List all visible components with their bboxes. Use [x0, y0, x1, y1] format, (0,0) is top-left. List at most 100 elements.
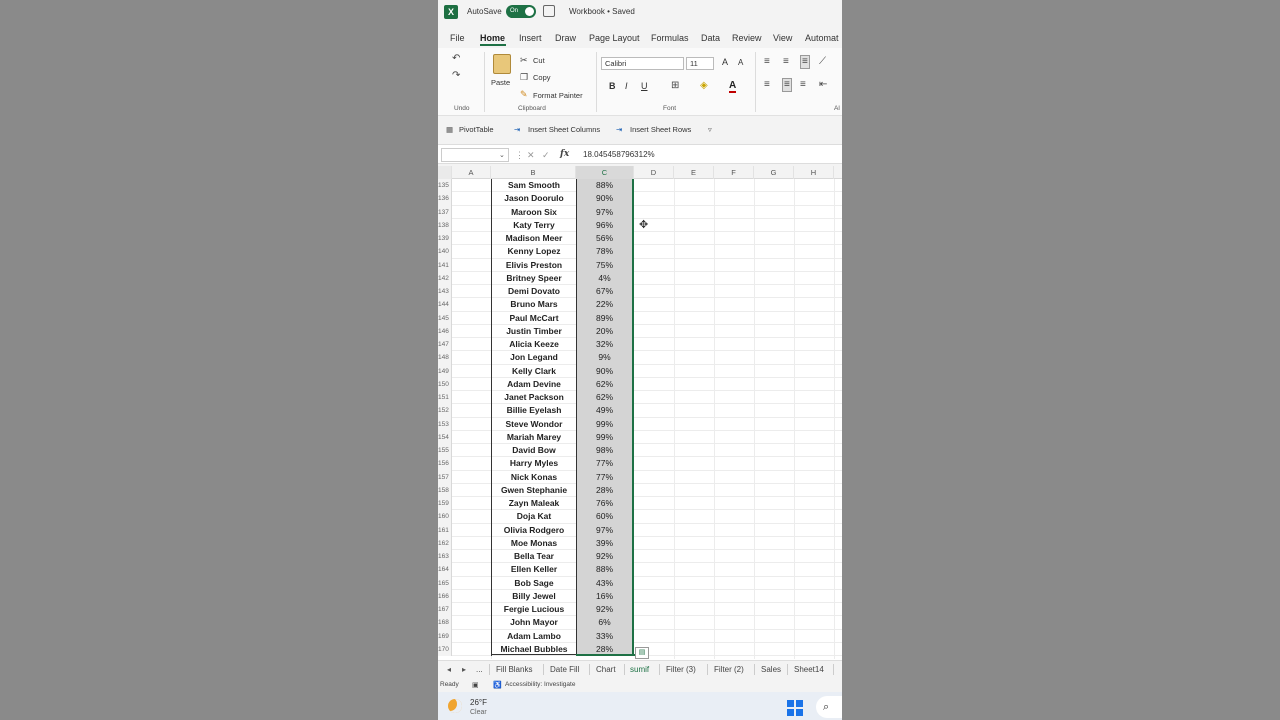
row-header[interactable]: 140	[438, 245, 452, 259]
column-header-a[interactable]: A	[452, 166, 491, 179]
align-left-icon[interactable]: ≡	[764, 79, 770, 91]
column-header-e[interactable]: E	[674, 166, 714, 179]
sheet-tab-sumif[interactable]: sumif	[630, 665, 649, 674]
percent-cell[interactable]: 99%	[576, 417, 634, 431]
save-icon[interactable]	[543, 5, 555, 17]
row-header[interactable]: 170	[438, 642, 452, 656]
moon-weather-icon[interactable]	[448, 699, 462, 713]
name-cell[interactable]: Nick Konas	[491, 470, 576, 484]
row-header[interactable]: 142	[438, 271, 452, 285]
name-cell[interactable]: Bruno Mars	[491, 298, 576, 312]
row-header[interactable]: 139	[438, 232, 452, 246]
orientation-icon[interactable]: ⟋	[819, 56, 826, 68]
tab-draw[interactable]: Draw	[555, 33, 576, 43]
redo-icon[interactable]: ↷	[452, 70, 460, 82]
row-header[interactable]: 146	[438, 324, 452, 338]
row-header[interactable]: 155	[438, 444, 452, 458]
percent-cell[interactable]: 56%	[576, 232, 634, 246]
format-painter-button[interactable]: Format Painter	[533, 91, 583, 100]
tab-automate[interactable]: Automat	[805, 33, 839, 43]
search-icon[interactable]: ⌕	[816, 696, 842, 718]
percent-cell[interactable]: 16%	[576, 589, 634, 603]
percent-cell[interactable]: 6%	[576, 616, 634, 630]
name-cell[interactable]: Bella Tear	[491, 550, 576, 564]
percent-cell[interactable]: 97%	[576, 523, 634, 537]
percent-cell[interactable]: 43%	[576, 576, 634, 590]
name-cell[interactable]: Steve Wondor	[491, 417, 576, 431]
name-cell[interactable]: Adam Lambo	[491, 629, 576, 643]
percent-cell[interactable]: 62%	[576, 391, 634, 405]
enter-icon[interactable]: ✓	[542, 149, 550, 161]
row-header[interactable]: 145	[438, 311, 452, 325]
percent-cell[interactable]: 33%	[576, 629, 634, 643]
align-right-icon[interactable]: ≡	[800, 79, 806, 91]
percent-cell[interactable]: 67%	[576, 285, 634, 299]
percent-cell[interactable]: 90%	[576, 364, 634, 378]
copy-button[interactable]: Copy	[533, 73, 551, 82]
percent-cell[interactable]: 60%	[576, 510, 634, 524]
row-header[interactable]: 160	[438, 510, 452, 524]
row-header[interactable]: 168	[438, 616, 452, 630]
accessibility-status[interactable]: Accessibility: Investigate	[505, 681, 575, 688]
row-header[interactable]: 149	[438, 364, 452, 378]
row-header[interactable]: 162	[438, 536, 452, 550]
align-bottom-icon[interactable]: ≡	[800, 55, 810, 69]
name-box-dropdown-icon[interactable]: ⌄	[499, 150, 505, 162]
next-sheet-icon[interactable]: ▸	[462, 665, 466, 674]
sheet-tab-fill-blanks[interactable]: Fill Blanks	[496, 665, 532, 674]
sheet-tab-sheet14[interactable]: Sheet14	[794, 665, 824, 674]
percent-cell[interactable]: 96%	[576, 218, 634, 232]
document-title[interactable]: Workbook • Saved	[569, 7, 635, 16]
tab-page-layout[interactable]: Page Layout	[589, 33, 640, 43]
name-cell[interactable]: Harry Myles	[491, 457, 576, 471]
insert-sheet-columns-button[interactable]: Insert Sheet Columns	[528, 125, 600, 134]
align-middle-icon[interactable]: ≡	[783, 56, 789, 68]
row-header[interactable]: 165	[438, 576, 452, 590]
formula-input[interactable]: 18.045458796312%	[583, 150, 655, 159]
prev-sheet-icon[interactable]: ◂	[447, 665, 451, 674]
sheet-tab-filter-2[interactable]: Filter (2)	[714, 665, 744, 674]
format-painter-icon[interactable]: ✎	[520, 88, 528, 100]
name-cell[interactable]: Paul McCart	[491, 311, 576, 325]
name-cell[interactable]: Katy Terry	[491, 218, 576, 232]
sheet-tab-chart[interactable]: Chart	[596, 665, 616, 674]
indent-icon[interactable]: ⇤	[819, 79, 827, 91]
percent-cell[interactable]: 89%	[576, 311, 634, 325]
paste-icon[interactable]	[493, 54, 511, 74]
row-header[interactable]: 136	[438, 192, 452, 206]
name-cell[interactable]: Sam Smooth	[491, 179, 576, 193]
fill-color-icon[interactable]: ◈	[700, 80, 708, 92]
paste-button[interactable]: Paste	[491, 78, 510, 87]
overflow-chevron-icon[interactable]: ▿	[708, 125, 712, 134]
quick-analysis-icon[interactable]: ▤	[635, 647, 649, 659]
percent-cell[interactable]: 76%	[576, 497, 634, 511]
name-cell[interactable]: Demi Dovato	[491, 285, 576, 299]
row-header[interactable]: 152	[438, 404, 452, 418]
windows-start-icon[interactable]	[787, 700, 803, 716]
tab-review[interactable]: Review	[732, 33, 762, 43]
tab-view[interactable]: View	[773, 33, 792, 43]
row-header[interactable]: 161	[438, 523, 452, 537]
grow-font-button[interactable]: A	[722, 57, 728, 67]
row-header[interactable]: 141	[438, 258, 452, 272]
tab-data[interactable]: Data	[701, 33, 720, 43]
percent-cell[interactable]: 22%	[576, 298, 634, 312]
row-header[interactable]: 151	[438, 391, 452, 405]
name-cell[interactable]: Gwen Stephanie	[491, 483, 576, 497]
accessibility-icon[interactable]: ♿	[493, 681, 502, 689]
insert-function-icon[interactable]: fx	[560, 149, 569, 159]
row-header[interactable]: 138	[438, 218, 452, 232]
name-cell[interactable]: Doja Kat	[491, 510, 576, 524]
cut-icon[interactable]: ✂	[520, 54, 528, 66]
undo-icon[interactable]: ↶	[452, 53, 460, 65]
name-cell[interactable]: Madison Meer	[491, 232, 576, 246]
row-header[interactable]: 163	[438, 550, 452, 564]
percent-cell[interactable]: 32%	[576, 338, 634, 352]
cancel-icon[interactable]: ✕	[527, 149, 535, 161]
row-header[interactable]: 154	[438, 430, 452, 444]
name-cell[interactable]: Billie Eyelash	[491, 404, 576, 418]
percent-cell[interactable]: 88%	[576, 179, 634, 193]
name-cell[interactable]: Jon Legand	[491, 351, 576, 365]
font-size-select[interactable]: 11	[686, 57, 714, 70]
name-cell[interactable]: Bob Sage	[491, 576, 576, 590]
